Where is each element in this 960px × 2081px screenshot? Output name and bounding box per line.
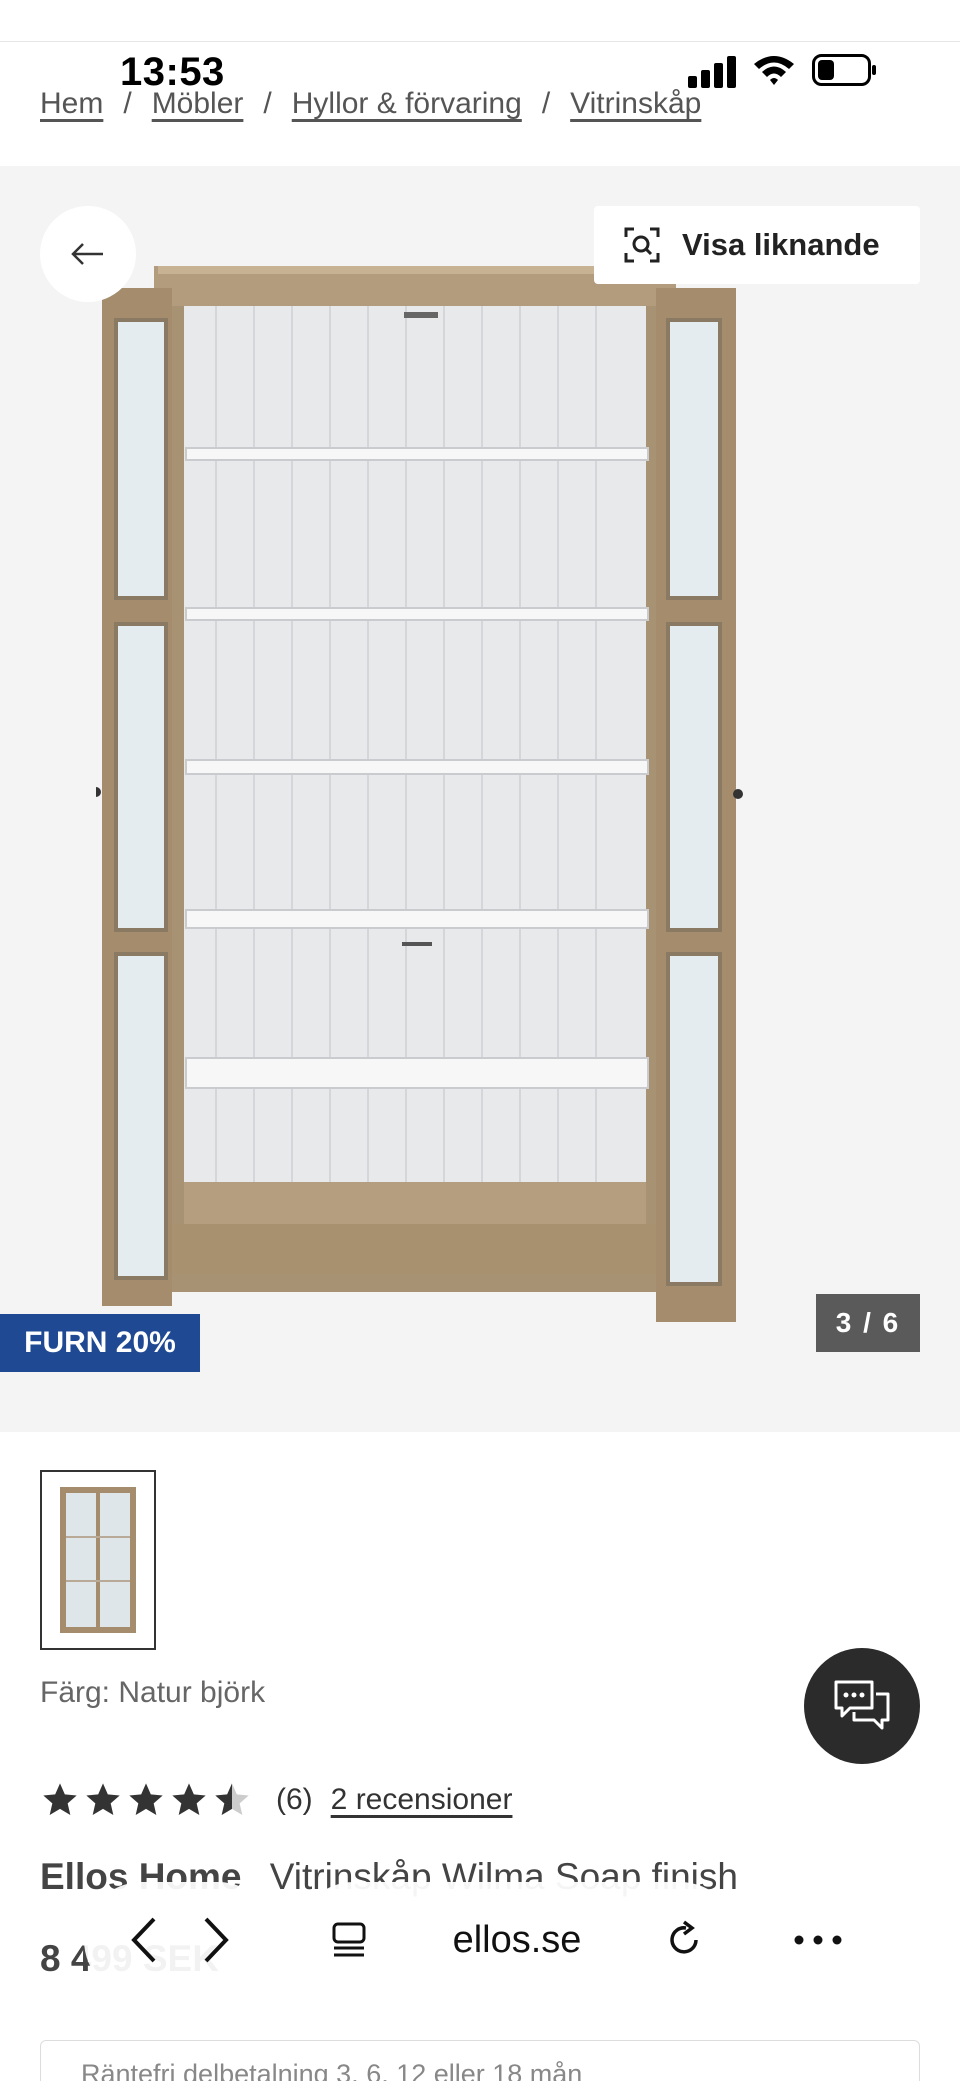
star-icon [172, 1783, 206, 1815]
breadcrumb-link-display-cabinets[interactable]: Vitrinskåp [570, 87, 701, 121]
rating-count: (6) [276, 1783, 313, 1816]
image-counter: 3 / 6 [816, 1294, 920, 1352]
star-icon [43, 1783, 77, 1815]
top-strip [0, 0, 960, 42]
back-button[interactable] [40, 206, 136, 302]
reviews-link[interactable]: 2 recensioner [331, 1783, 513, 1817]
show-similar-label: Visa liknande [682, 227, 880, 262]
color-label: Färg: Natur björk [40, 1676, 266, 1709]
reader-mode-icon[interactable] [330, 1920, 370, 1960]
address-bar[interactable]: ellos.se [296, 1882, 738, 1998]
product-image [96, 266, 743, 1322]
chat-icon [834, 1680, 890, 1730]
star-half-icon [215, 1783, 249, 1815]
browser-toolbar: ellos.se [0, 1870, 960, 2010]
breadcrumb-separator: / [123, 87, 132, 120]
breadcrumb-link-home[interactable]: Hem [40, 87, 103, 121]
browser-nav-group [84, 1882, 276, 1998]
more-button[interactable] [760, 1882, 876, 1998]
star-icon [129, 1783, 163, 1815]
star-icon [86, 1783, 120, 1815]
show-similar-button[interactable]: Visa liknande [594, 206, 920, 284]
back-arrow-icon [71, 243, 103, 265]
thumbnail-image[interactable] [40, 1470, 156, 1650]
product-image-gallery[interactable]: Visa liknande FURN 20% 3 / 6 [0, 166, 960, 1432]
chevron-left-icon[interactable] [126, 1915, 160, 1965]
product-rating: (6) 2 recensioner [40, 1778, 512, 1822]
url-text: ellos.se [452, 1918, 582, 1961]
breadcrumb: Hem / Möbler / Hyllor & förvaring / Vitr… [40, 84, 701, 124]
reload-icon[interactable] [664, 1920, 704, 1960]
visual-search-icon [624, 227, 660, 263]
wifi-icon [754, 56, 794, 85]
breadcrumb-link-shelving[interactable]: Hyllor & förvaring [292, 87, 522, 121]
installment-info[interactable]: Räntefri delbetalning 3, 6, 12 eller 18 … [40, 2040, 920, 2081]
more-icon [794, 1935, 842, 1945]
breadcrumb-separator: / [263, 87, 272, 120]
promo-badge: FURN 20% [0, 1314, 200, 1372]
battery-icon [812, 54, 876, 86]
rating-stars [40, 1780, 252, 1820]
breadcrumb-separator: / [541, 87, 551, 120]
breadcrumb-link-furniture[interactable]: Möbler [152, 87, 244, 121]
thumbnail-cabinet [60, 1487, 136, 1633]
chat-button[interactable] [804, 1648, 920, 1764]
chevron-right-icon[interactable] [200, 1915, 234, 1965]
